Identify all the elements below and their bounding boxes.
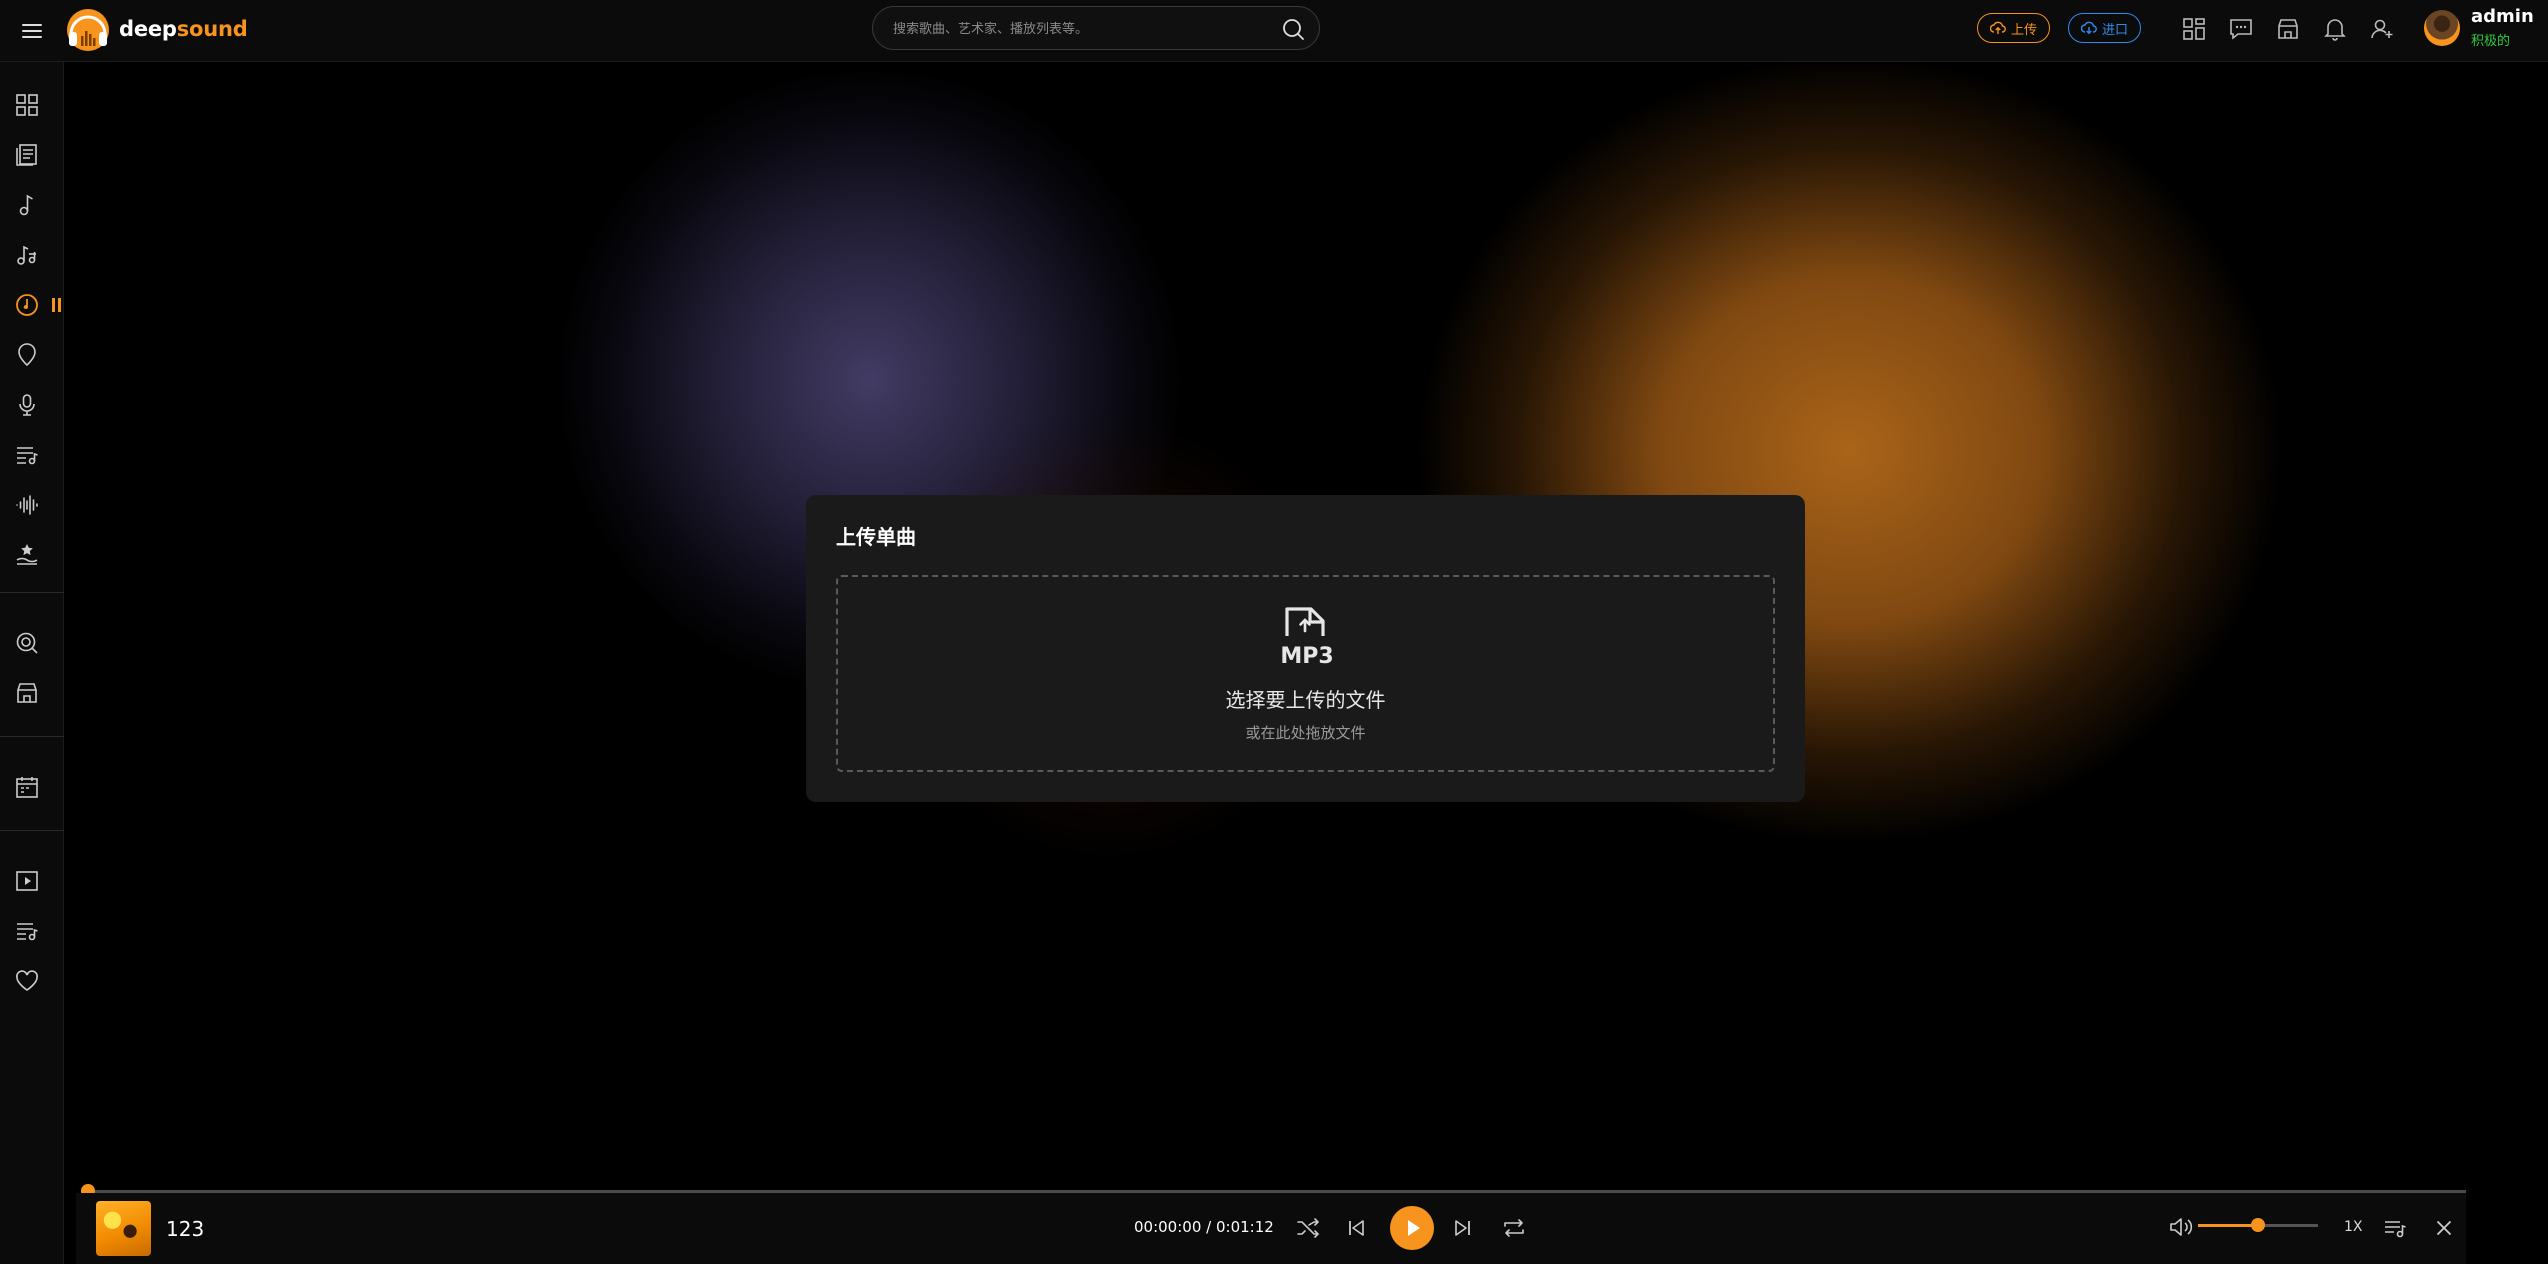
play-icon (1408, 1220, 1420, 1236)
featured-icon[interactable] (14, 542, 40, 568)
shuffle-icon[interactable] (1295, 1215, 1321, 1241)
location-icon[interactable] (14, 342, 40, 368)
volume-slider[interactable] (2198, 1218, 2318, 1232)
waveform-icon[interactable] (14, 492, 40, 518)
queue-list-icon[interactable] (2382, 1215, 2408, 1241)
calendar-icon[interactable] (14, 774, 40, 800)
import-button-label: 进口 (2102, 22, 2129, 38)
search-icon[interactable] (1281, 17, 1305, 41)
top-bar: deepsound 上传 进口 admin 积极的 (0, 0, 2548, 62)
now-playing-disc-icon[interactable] (14, 292, 40, 318)
track-title[interactable]: 123 (166, 1217, 204, 1241)
playback-speed-button[interactable]: 1X (2344, 1219, 2363, 1235)
queue-icon[interactable] (14, 918, 40, 944)
cloud-upload-icon (1990, 21, 2006, 34)
cloud-download-icon (2081, 21, 2097, 35)
current-time: 00:00:00 (1134, 1218, 1202, 1236)
sidebar (0, 62, 64, 1264)
menu-toggle-icon[interactable] (18, 17, 46, 45)
search-input[interactable] (891, 7, 1275, 51)
playlist-icon[interactable] (14, 442, 40, 468)
file-type-badge: MP3 (1280, 644, 1333, 666)
sidebar-divider (0, 592, 64, 593)
volume-knob[interactable] (2251, 1218, 2265, 1232)
volume-fill (2198, 1224, 2258, 1227)
search-box (872, 6, 1320, 51)
upload-single-dialog: 上传单曲 MP3 选择要上传的文件 或在此处拖放文件 (806, 495, 1805, 802)
brand-name-part2: sound (176, 17, 248, 41)
add-user-icon[interactable] (2369, 16, 2395, 42)
bell-icon[interactable] (2322, 16, 2348, 42)
brand-name: deepsound (119, 17, 248, 41)
sidebar-divider (0, 830, 64, 831)
headphones-logo-icon (67, 9, 109, 51)
import-button[interactable]: 进口 (2068, 13, 2142, 43)
audio-player: 123 00:00:00 / 0:01:12 1X (76, 1193, 2466, 1264)
grid-icon[interactable] (2181, 16, 2207, 42)
dashboard-icon[interactable] (14, 92, 40, 118)
logo[interactable]: deepsound (63, 6, 248, 52)
duration: 0:01:12 (1215, 1218, 1274, 1236)
close-icon[interactable] (2434, 1218, 2454, 1238)
upload-button[interactable]: 上传 (1977, 13, 2051, 43)
discover-icon[interactable] (14, 630, 40, 656)
documents-icon[interactable] (14, 142, 40, 168)
next-track-icon[interactable] (1452, 1217, 1474, 1239)
user-name[interactable]: admin (2471, 6, 2534, 27)
video-play-icon[interactable] (14, 868, 40, 894)
store-icon[interactable] (14, 680, 40, 706)
chat-icon[interactable] (2228, 16, 2254, 42)
dialog-title: 上传单曲 (836, 525, 916, 549)
brand-name-part1: deep (119, 17, 177, 41)
dropzone-text: 选择要上传的文件 (1225, 688, 1386, 712)
avatar[interactable] (2424, 10, 2460, 46)
user-status: 积极的 (2471, 34, 2511, 49)
now-playing-indicator (52, 298, 63, 312)
sidebar-divider (0, 736, 64, 737)
shop-icon[interactable] (2275, 16, 2301, 42)
music-note-icon[interactable] (14, 192, 40, 218)
repeat-icon[interactable] (1501, 1215, 1527, 1241)
play-button[interactable] (1390, 1206, 1434, 1250)
time-separator: / (1201, 1218, 1216, 1236)
album-cover[interactable] (96, 1201, 151, 1256)
volume-icon[interactable] (2168, 1214, 2194, 1240)
time-display: 00:00:00 / 0:01:12 (1134, 1218, 1274, 1236)
music-notes-icon[interactable] (14, 242, 40, 268)
heart-icon[interactable] (14, 968, 40, 994)
mp3-file-upload-icon: MP3 (1280, 607, 1334, 666)
microphone-icon[interactable] (14, 392, 40, 418)
upload-button-label: 上传 (2011, 22, 2038, 38)
dropzone-subtext: 或在此处拖放文件 (1245, 724, 1366, 742)
previous-track-icon[interactable] (1345, 1217, 1367, 1239)
file-dropzone[interactable]: MP3 选择要上传的文件 或在此处拖放文件 (836, 575, 1775, 772)
